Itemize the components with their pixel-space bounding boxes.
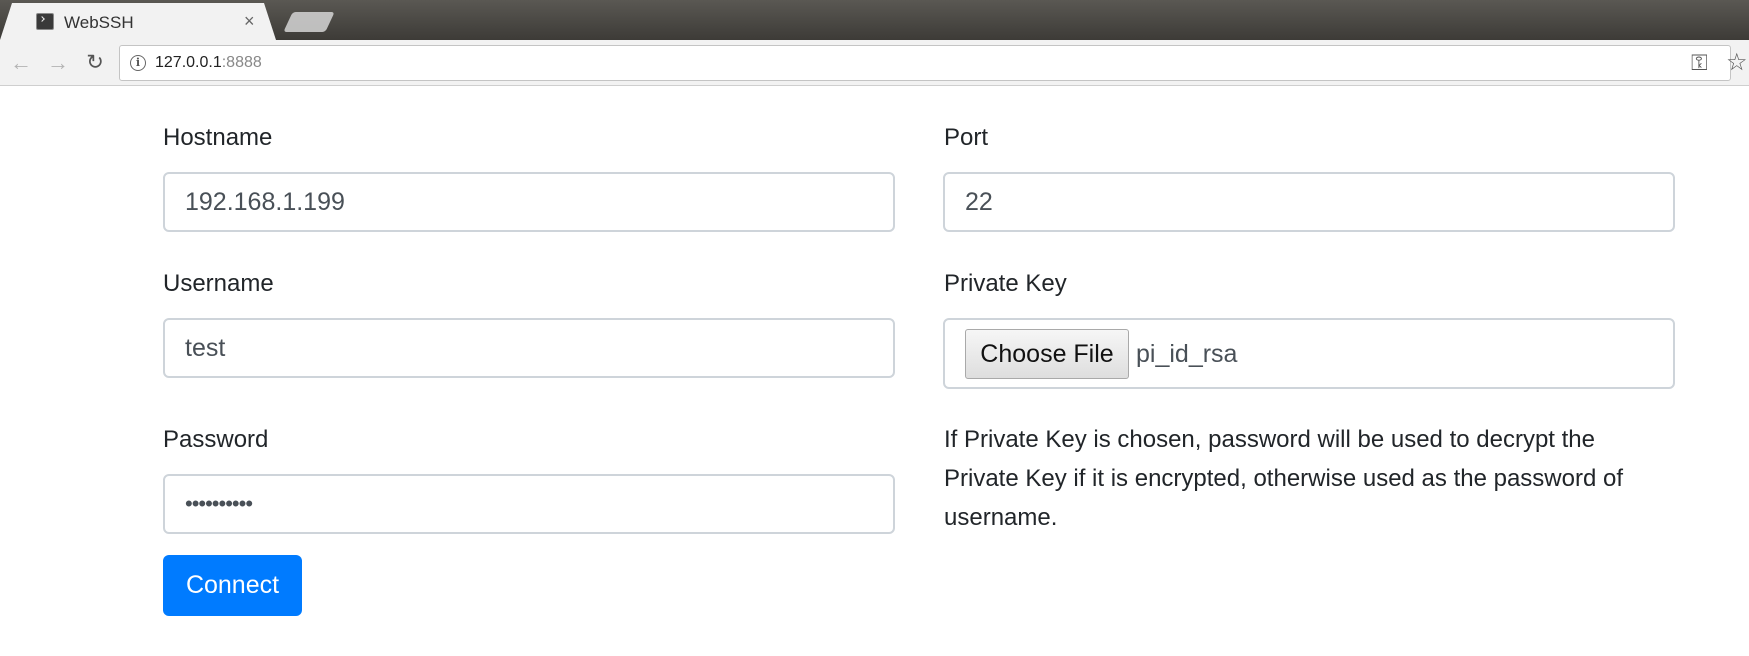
hostname-value: 192.168.1.199 [185,187,345,216]
selected-filename: pi_id_rsa [1136,340,1238,368]
url-port: :8888 [221,54,262,71]
tab-close-icon[interactable]: × [244,12,255,30]
browser-tab[interactable]: WebSSH × [0,3,276,40]
key-icon[interactable]: ⚿ [1691,50,1708,76]
port-label: Port [944,124,989,151]
password-label: Password [163,426,269,453]
terminal-favicon-icon [36,13,54,30]
back-arrow-icon[interactable]: ← [8,50,34,76]
private-key-file-input[interactable]: Choose File pi_id_rsa [943,318,1675,389]
username-label: Username [163,270,274,297]
username-input[interactable]: test [163,318,895,378]
port-value: 22 [965,187,993,216]
tab-title: WebSSH [64,13,134,32]
connect-button[interactable]: Connect [163,555,302,616]
password-value: •••••••••• [185,491,253,516]
star-icon[interactable]: ☆ [1726,48,1748,77]
port-input[interactable]: 22 [943,172,1675,232]
private-key-label: Private Key [944,270,1067,297]
url-text: 127.0.0.1:8888 [155,54,262,72]
private-key-help-text: If Private Key is chosen, password will … [944,426,1623,531]
hostname-label: Hostname [163,124,273,151]
hostname-input[interactable]: 192.168.1.199 [163,172,895,232]
forward-arrow-icon[interactable]: → [45,50,71,76]
info-icon[interactable]: i [130,55,146,71]
username-value: test [185,333,226,362]
address-bar[interactable]: i 127.0.0.1:8888 ⚿ ☆ [119,45,1748,81]
password-input[interactable]: •••••••••• [163,474,895,534]
url-host: 127.0.0.1 [155,54,222,71]
new-tab-button[interactable] [283,12,335,32]
browser-toolbar: ← → ↻ i 127.0.0.1:8888 ⚿ ☆ [0,40,1749,86]
reload-icon[interactable]: ↻ [82,50,108,76]
browser-tabstrip: WebSSH × [0,0,1749,40]
choose-file-button[interactable]: Choose File [965,329,1129,379]
